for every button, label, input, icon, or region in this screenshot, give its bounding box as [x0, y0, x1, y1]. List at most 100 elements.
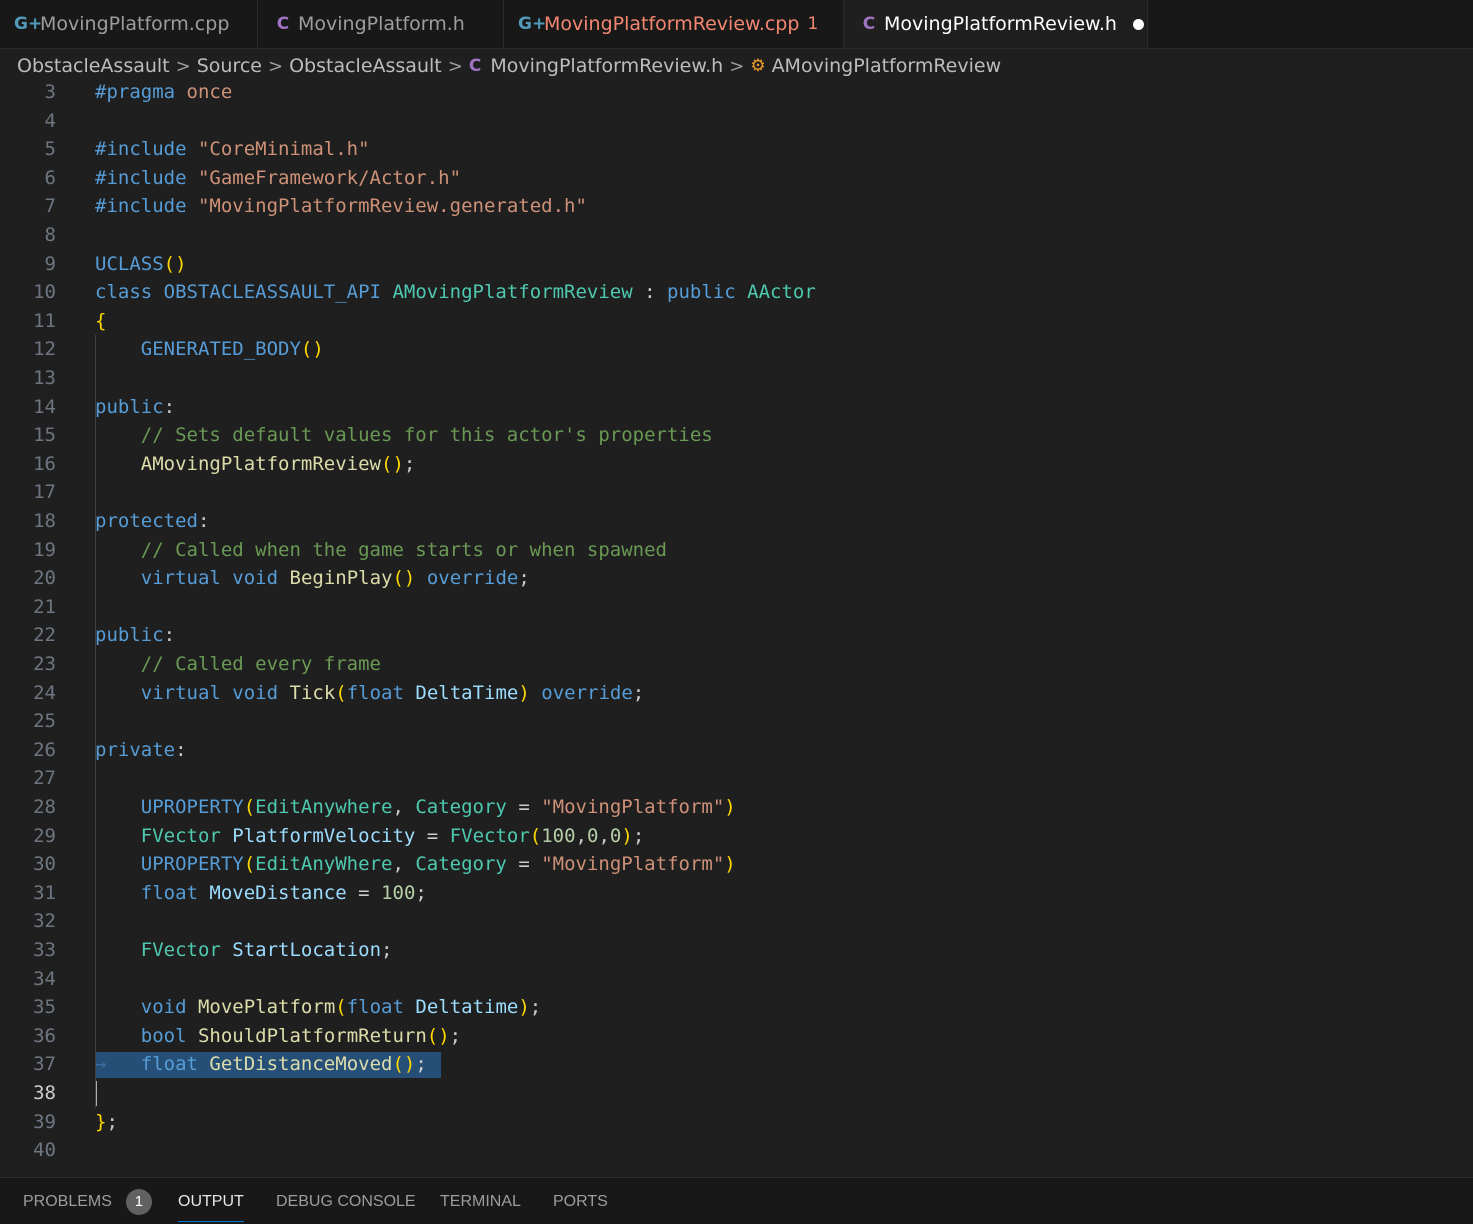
- code-line[interactable]: 6 #include "GameFramework/Actor.h": [0, 164, 1473, 193]
- vscode-window: G+ MovingPlatform.cpp C MovingPlatform.h…: [0, 0, 1473, 1224]
- line-number: 33: [33, 939, 56, 961]
- line-number: 35: [33, 996, 56, 1019]
- line-number: 5: [44, 138, 56, 161]
- line-number: 36: [33, 1024, 56, 1047]
- line-number: 28: [33, 796, 56, 818]
- code-line[interactable]: 31 float MoveDistance = 100;: [0, 879, 1473, 908]
- header-file-icon: C: [276, 14, 290, 34]
- line-number: 38: [33, 1082, 56, 1104]
- code-line[interactable]: 18 protected:: [0, 507, 1473, 536]
- code-line[interactable]: 21: [0, 593, 1473, 622]
- line-number: 8: [44, 224, 56, 246]
- line-number: 4: [44, 109, 56, 132]
- code-line[interactable]: 28 UPROPERTY(EditAnywhere, Category = "M…: [0, 793, 1473, 822]
- line-number: 39: [33, 1110, 56, 1133]
- code-line[interactable]: 9 UCLASS(): [0, 250, 1473, 279]
- code-editor[interactable]: 3 #pragma once 4 5 #include "CoreMinimal.h" 6…: [0, 83, 1473, 1177]
- code-text: // Sets default values for this actor's …: [95, 424, 713, 447]
- code-line[interactable]: 27: [0, 764, 1473, 793]
- indent-guide: [95, 335, 96, 1108]
- code-line[interactable]: 39};: [0, 1108, 1473, 1137]
- code-line[interactable]: 15 // Sets default values for this actor…: [0, 421, 1473, 450]
- line-number: 17: [33, 481, 56, 504]
- code-text: public:: [95, 395, 176, 418]
- code-line[interactable]: 12 GENERATED_BODY(): [0, 335, 1473, 364]
- tab-moving-platform-review-cpp[interactable]: G+ MovingPlatformReview.cpp 1: [504, 0, 844, 48]
- code-line[interactable]: 7 #include "MovingPlatformReview.generate…: [0, 192, 1473, 221]
- code-line[interactable]: 17: [0, 478, 1473, 507]
- cpp-file-icon: G+: [14, 14, 43, 34]
- code-line[interactable]: 24 virtual void Tick(float DeltaTime) ov…: [0, 679, 1473, 708]
- line-number: 34: [33, 967, 56, 990]
- breadcrumb-item[interactable]: ObstacleAssault: [17, 55, 170, 77]
- code-line[interactable]: 10 class OBSTACLEASSAULT_API AMovingPlatf…: [0, 278, 1473, 307]
- tab-terminal[interactable]: TERMINAL: [440, 1178, 521, 1224]
- line-number: 15: [33, 424, 56, 447]
- header-file-icon: C: [862, 14, 876, 34]
- code-text: UPROPERTY(EditAnywhere, Category = "Movi…: [140, 796, 736, 818]
- tab-moving-platform-h[interactable]: C MovingPlatform.h: [258, 0, 504, 48]
- code-line[interactable]: 3 #pragma once: [0, 83, 1473, 107]
- code-text: float MoveDistance = 100;: [140, 881, 427, 904]
- tab-label: MovingPlatform.cpp: [40, 13, 230, 35]
- line-number: 29: [33, 824, 56, 847]
- code-line[interactable]: 37 → float GetDistanceMoved();: [0, 1050, 1473, 1079]
- code-line[interactable]: 33 FVector StartLocation;: [0, 936, 1473, 965]
- tab-output[interactable]: OUTPUT: [178, 1178, 244, 1224]
- line-number: 30: [33, 853, 56, 876]
- code-line[interactable]: 30 UPROPERTY(EditAnyWhere, Category = "M…: [0, 850, 1473, 879]
- line-number: 11: [33, 309, 56, 332]
- code-line[interactable]: 14 public:: [0, 393, 1473, 422]
- code-line[interactable]: 36 bool ShouldPlatformReturn();: [0, 1022, 1473, 1051]
- code-line[interactable]: 13: [0, 364, 1473, 393]
- problem-count-badge: 1: [125, 1188, 152, 1215]
- code-text: class OBSTACLEASSAULT_API AMovingPlatfor…: [95, 281, 816, 304]
- code-line[interactable]: 38: [0, 1079, 1473, 1108]
- cpp-file-icon: G+: [518, 14, 547, 34]
- code-line[interactable]: 4: [0, 107, 1473, 136]
- code-line[interactable]: 19 // Called when the game starts or whe…: [0, 536, 1473, 565]
- line-number: 21: [33, 595, 56, 618]
- line-number: 32: [33, 910, 56, 933]
- code-line[interactable]: 35 void MovePlatform(float Deltatime);: [0, 993, 1473, 1022]
- breadcrumb-item[interactable]: MovingPlatformReview.h: [490, 55, 723, 77]
- code-text: {: [95, 309, 107, 332]
- breadcrumb-item[interactable]: ObstacleAssault: [289, 55, 442, 77]
- line-number: 16: [33, 452, 56, 475]
- tab-label: DEBUG CONSOLE: [276, 1192, 416, 1210]
- code-line[interactable]: 20 virtual void BeginPlay() override;: [0, 564, 1473, 593]
- line-number: 27: [33, 767, 56, 790]
- line-number: 40: [33, 1139, 56, 1162]
- code-line[interactable]: 25: [0, 707, 1473, 736]
- code-line[interactable]: 29 FVector PlatformVelocity = FVector(10…: [0, 822, 1473, 851]
- code-line[interactable]: 11 {: [0, 307, 1473, 336]
- code-text: virtual void Tick(float DeltaTime) overr…: [140, 681, 645, 704]
- code-text: virtual void BeginPlay() override;: [140, 567, 530, 590]
- code-line[interactable]: 8: [0, 221, 1473, 250]
- code-text: FVector PlatformVelocity = FVector(100,0…: [140, 824, 645, 847]
- code-line[interactable]: 34: [0, 965, 1473, 994]
- code-line[interactable]: 22 public:: [0, 621, 1473, 650]
- class-symbol-icon: ⚙: [750, 56, 766, 76]
- code-text: // Called every frame: [95, 653, 381, 675]
- chevron-right-icon: >: [447, 55, 463, 77]
- breadcrumb-item[interactable]: Source: [197, 55, 262, 77]
- code-line[interactable]: 40: [0, 1136, 1473, 1165]
- tab-moving-platform-cpp[interactable]: G+ MovingPlatform.cpp: [0, 0, 258, 48]
- tab-ports[interactable]: PORTS: [553, 1178, 608, 1224]
- breadcrumb-item[interactable]: AMovingPlatformReview: [772, 55, 1002, 77]
- line-number: 23: [33, 653, 56, 675]
- code-line[interactable]: 5 #include "CoreMinimal.h": [0, 135, 1473, 164]
- unsaved-dot-icon[interactable]: [1132, 18, 1144, 30]
- tab-moving-platform-review-h[interactable]: C MovingPlatformReview.h: [844, 0, 1148, 48]
- breadcrumb: ObstacleAssault > Source > ObstacleAssau…: [0, 49, 1473, 83]
- tab-debug-console[interactable]: DEBUG CONSOLE: [276, 1178, 416, 1224]
- line-number: 37: [33, 1053, 56, 1076]
- code-line[interactable]: 23 // Called every frame: [0, 650, 1473, 679]
- code-line[interactable]: 32: [0, 907, 1473, 936]
- code-text: #pragma once: [95, 83, 233, 103]
- tab-problems[interactable]: PROBLEMS 1: [23, 1178, 152, 1224]
- code-line[interactable]: 16 AMovingPlatformReview();: [0, 450, 1473, 479]
- editor-tab-bar: G+ MovingPlatform.cpp C MovingPlatform.h…: [0, 0, 1473, 49]
- code-line[interactable]: 26 private:: [0, 736, 1473, 765]
